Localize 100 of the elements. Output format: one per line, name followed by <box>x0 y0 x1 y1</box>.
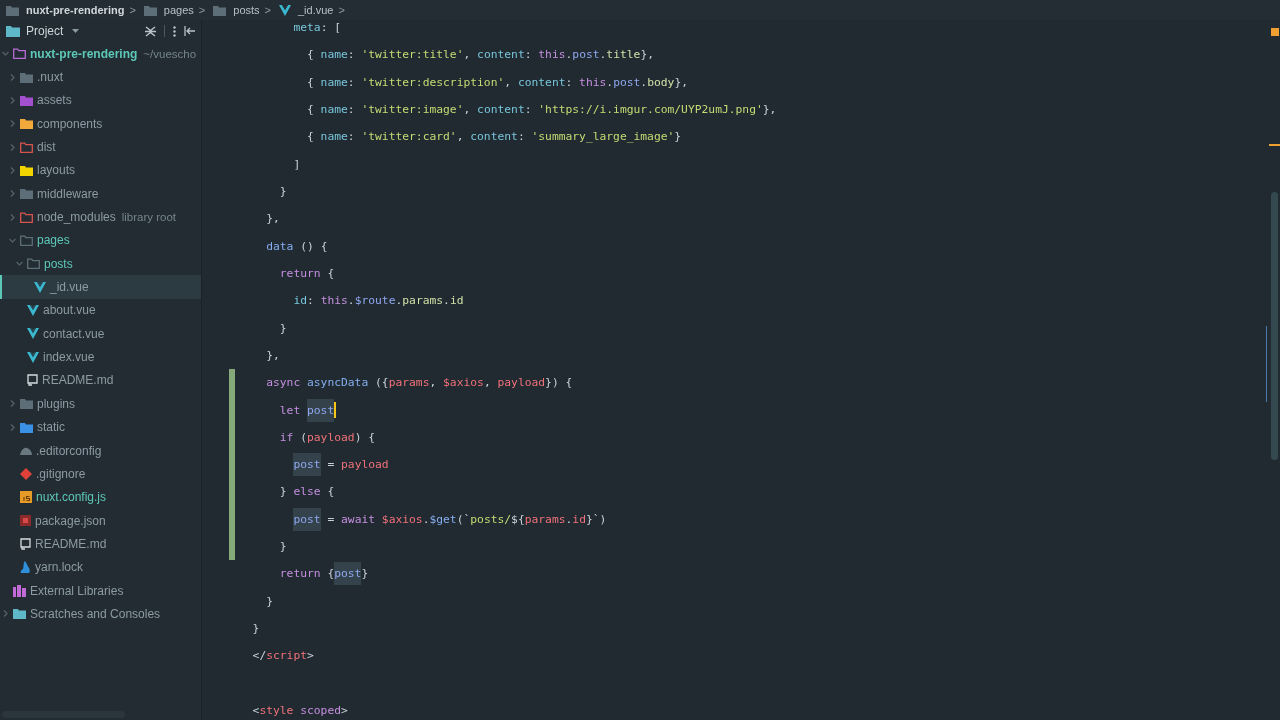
tree-item[interactable]: README.md <box>0 532 201 556</box>
folder-icon <box>20 141 33 153</box>
tree-item[interactable]: .gitignore <box>0 462 201 486</box>
chevron-right-icon[interactable] <box>9 143 16 151</box>
code-line: }, <box>266 211 280 228</box>
code-line: }, <box>266 347 280 364</box>
breadcrumb-separator: > <box>338 4 345 16</box>
folder-icon <box>13 48 26 60</box>
folder-icon <box>20 164 33 176</box>
tree-item[interactable]: components <box>0 112 201 136</box>
tree-item[interactable]: layouts <box>0 158 201 183</box>
breadcrumb-item[interactable]: pages <box>143 4 194 16</box>
file-icon <box>20 561 31 574</box>
tree-item[interactable]: .nuxt <box>0 65 201 89</box>
hide-panel-icon[interactable] <box>184 26 195 36</box>
tree-item[interactable]: static <box>0 415 201 439</box>
code-line: } <box>266 593 273 610</box>
code-line: async asyncData ({params, $axios, payload}) { <box>266 375 573 392</box>
folder-icon <box>20 71 33 83</box>
tree-item[interactable]: contact.vue <box>0 322 201 346</box>
code-line: } <box>279 539 287 556</box>
tree-item[interactable]: _id.vue <box>0 275 201 299</box>
tree-item[interactable]: README.md <box>0 368 201 393</box>
code-line: let post <box>279 396 335 424</box>
breadcrumb-separator: > <box>198 4 206 16</box>
v-logo-icon <box>34 281 46 293</box>
chevron-right-icon[interactable] <box>9 166 16 174</box>
code-line: { name: 'twitter:description', content: this.post.body}, <box>307 74 688 91</box>
vertical-scrollbar[interactable] <box>1271 192 1278 460</box>
document-icon <box>20 537 31 550</box>
folder-icon <box>13 608 26 620</box>
chevron-down-icon[interactable] <box>2 50 9 58</box>
code-line: post = payload <box>293 451 389 479</box>
folder-icon <box>143 4 157 16</box>
chevron-right-icon[interactable] <box>9 96 16 104</box>
tree-item[interactable]: Scratches and Consoles <box>0 602 201 626</box>
folder-icon <box>20 421 33 433</box>
code-line: id: this.$route.params.id <box>293 293 464 310</box>
v-logo-icon <box>279 4 291 16</box>
folder-icon <box>213 4 227 16</box>
package-icon <box>20 515 31 527</box>
collapse-all-icon[interactable] <box>145 25 156 37</box>
code-line: ] <box>293 156 301 173</box>
tree-item[interactable]: nuxt.config.js <box>0 485 201 509</box>
tree-item[interactable]: about.vue <box>0 298 201 323</box>
tree-item[interactable]: plugins <box>0 392 201 416</box>
tree-item[interactable]: assets <box>0 88 201 113</box>
folder-icon <box>20 234 33 246</box>
code-line: { name: 'twitter:card', content: 'summary_large_image'} <box>307 129 682 146</box>
tree-item[interactable]: nuxt-pre-rendering ~/vuescho <box>0 42 201 66</box>
v-logo-icon <box>27 328 39 340</box>
tree-item[interactable]: index.vue <box>0 345 201 369</box>
breadcrumb-item[interactable]: _id.vue <box>279 4 334 16</box>
code-line: return {post} <box>279 560 369 588</box>
folder-icon <box>6 25 20 37</box>
v-logo-icon <box>27 304 39 316</box>
code-line: { name: 'twitter:title', content: this.post.title}, <box>307 47 654 64</box>
folder-icon <box>20 211 33 223</box>
chevron-down-icon[interactable] <box>9 236 16 244</box>
tree-item[interactable]: package.json <box>0 508 201 533</box>
code-line: data () { <box>266 238 328 255</box>
chevron-right-icon[interactable] <box>9 213 16 221</box>
code-line: } else { <box>279 484 335 501</box>
tree-item[interactable]: posts <box>0 252 201 276</box>
breadcrumb-item[interactable]: posts <box>213 4 260 16</box>
chevron-right-icon[interactable] <box>2 610 9 618</box>
code-line: </script> <box>252 648 314 665</box>
code-line: if (payload) { <box>279 429 376 446</box>
breadcrumb-item[interactable]: nuxt-pre-rendering <box>6 4 125 16</box>
code-line: <style scoped> <box>252 702 348 719</box>
folder-icon <box>20 94 33 106</box>
code-line: } <box>252 621 260 638</box>
breadcrumb-separator: > <box>129 4 136 16</box>
chevron-right-icon[interactable] <box>9 423 16 431</box>
chevron-right-icon[interactable] <box>9 190 16 198</box>
code-line: } <box>279 184 287 201</box>
more-options-icon[interactable] <box>173 25 176 37</box>
tree-item[interactable]: .editorconfig <box>0 438 201 463</box>
code-line: post = await $axios.$get(`posts/${params.id}`) <box>293 505 607 533</box>
code-line: { name: 'twitter:image', content: 'https://i.imgur.com/UYP2umJ.png'}, <box>307 102 777 119</box>
code-line: } <box>279 320 287 337</box>
tree-item[interactable]: node_modules library root <box>0 205 201 229</box>
code-line: return { <box>279 265 335 282</box>
chevron-right-icon[interactable] <box>9 400 16 408</box>
diamond-icon <box>20 467 32 480</box>
chevron-right-icon[interactable] <box>9 120 16 128</box>
tree-item[interactable]: pages <box>0 228 201 253</box>
v-logo-icon <box>27 351 39 363</box>
project-view-dropdown[interactable]: Project <box>6 24 80 38</box>
warning-marker[interactable] <box>1271 28 1279 36</box>
file-icon <box>20 446 32 455</box>
chevron-down-icon[interactable] <box>16 260 23 268</box>
document-icon <box>27 374 38 387</box>
tree-item[interactable]: External Libraries <box>0 578 201 603</box>
chevron-right-icon[interactable] <box>9 73 16 81</box>
breadcrumb-separator: > <box>264 4 271 16</box>
tree-item[interactable]: yarn.lock <box>0 555 201 579</box>
folder-icon <box>20 118 33 130</box>
tree-item[interactable]: dist <box>0 135 201 159</box>
tree-item[interactable]: middleware <box>0 182 201 206</box>
